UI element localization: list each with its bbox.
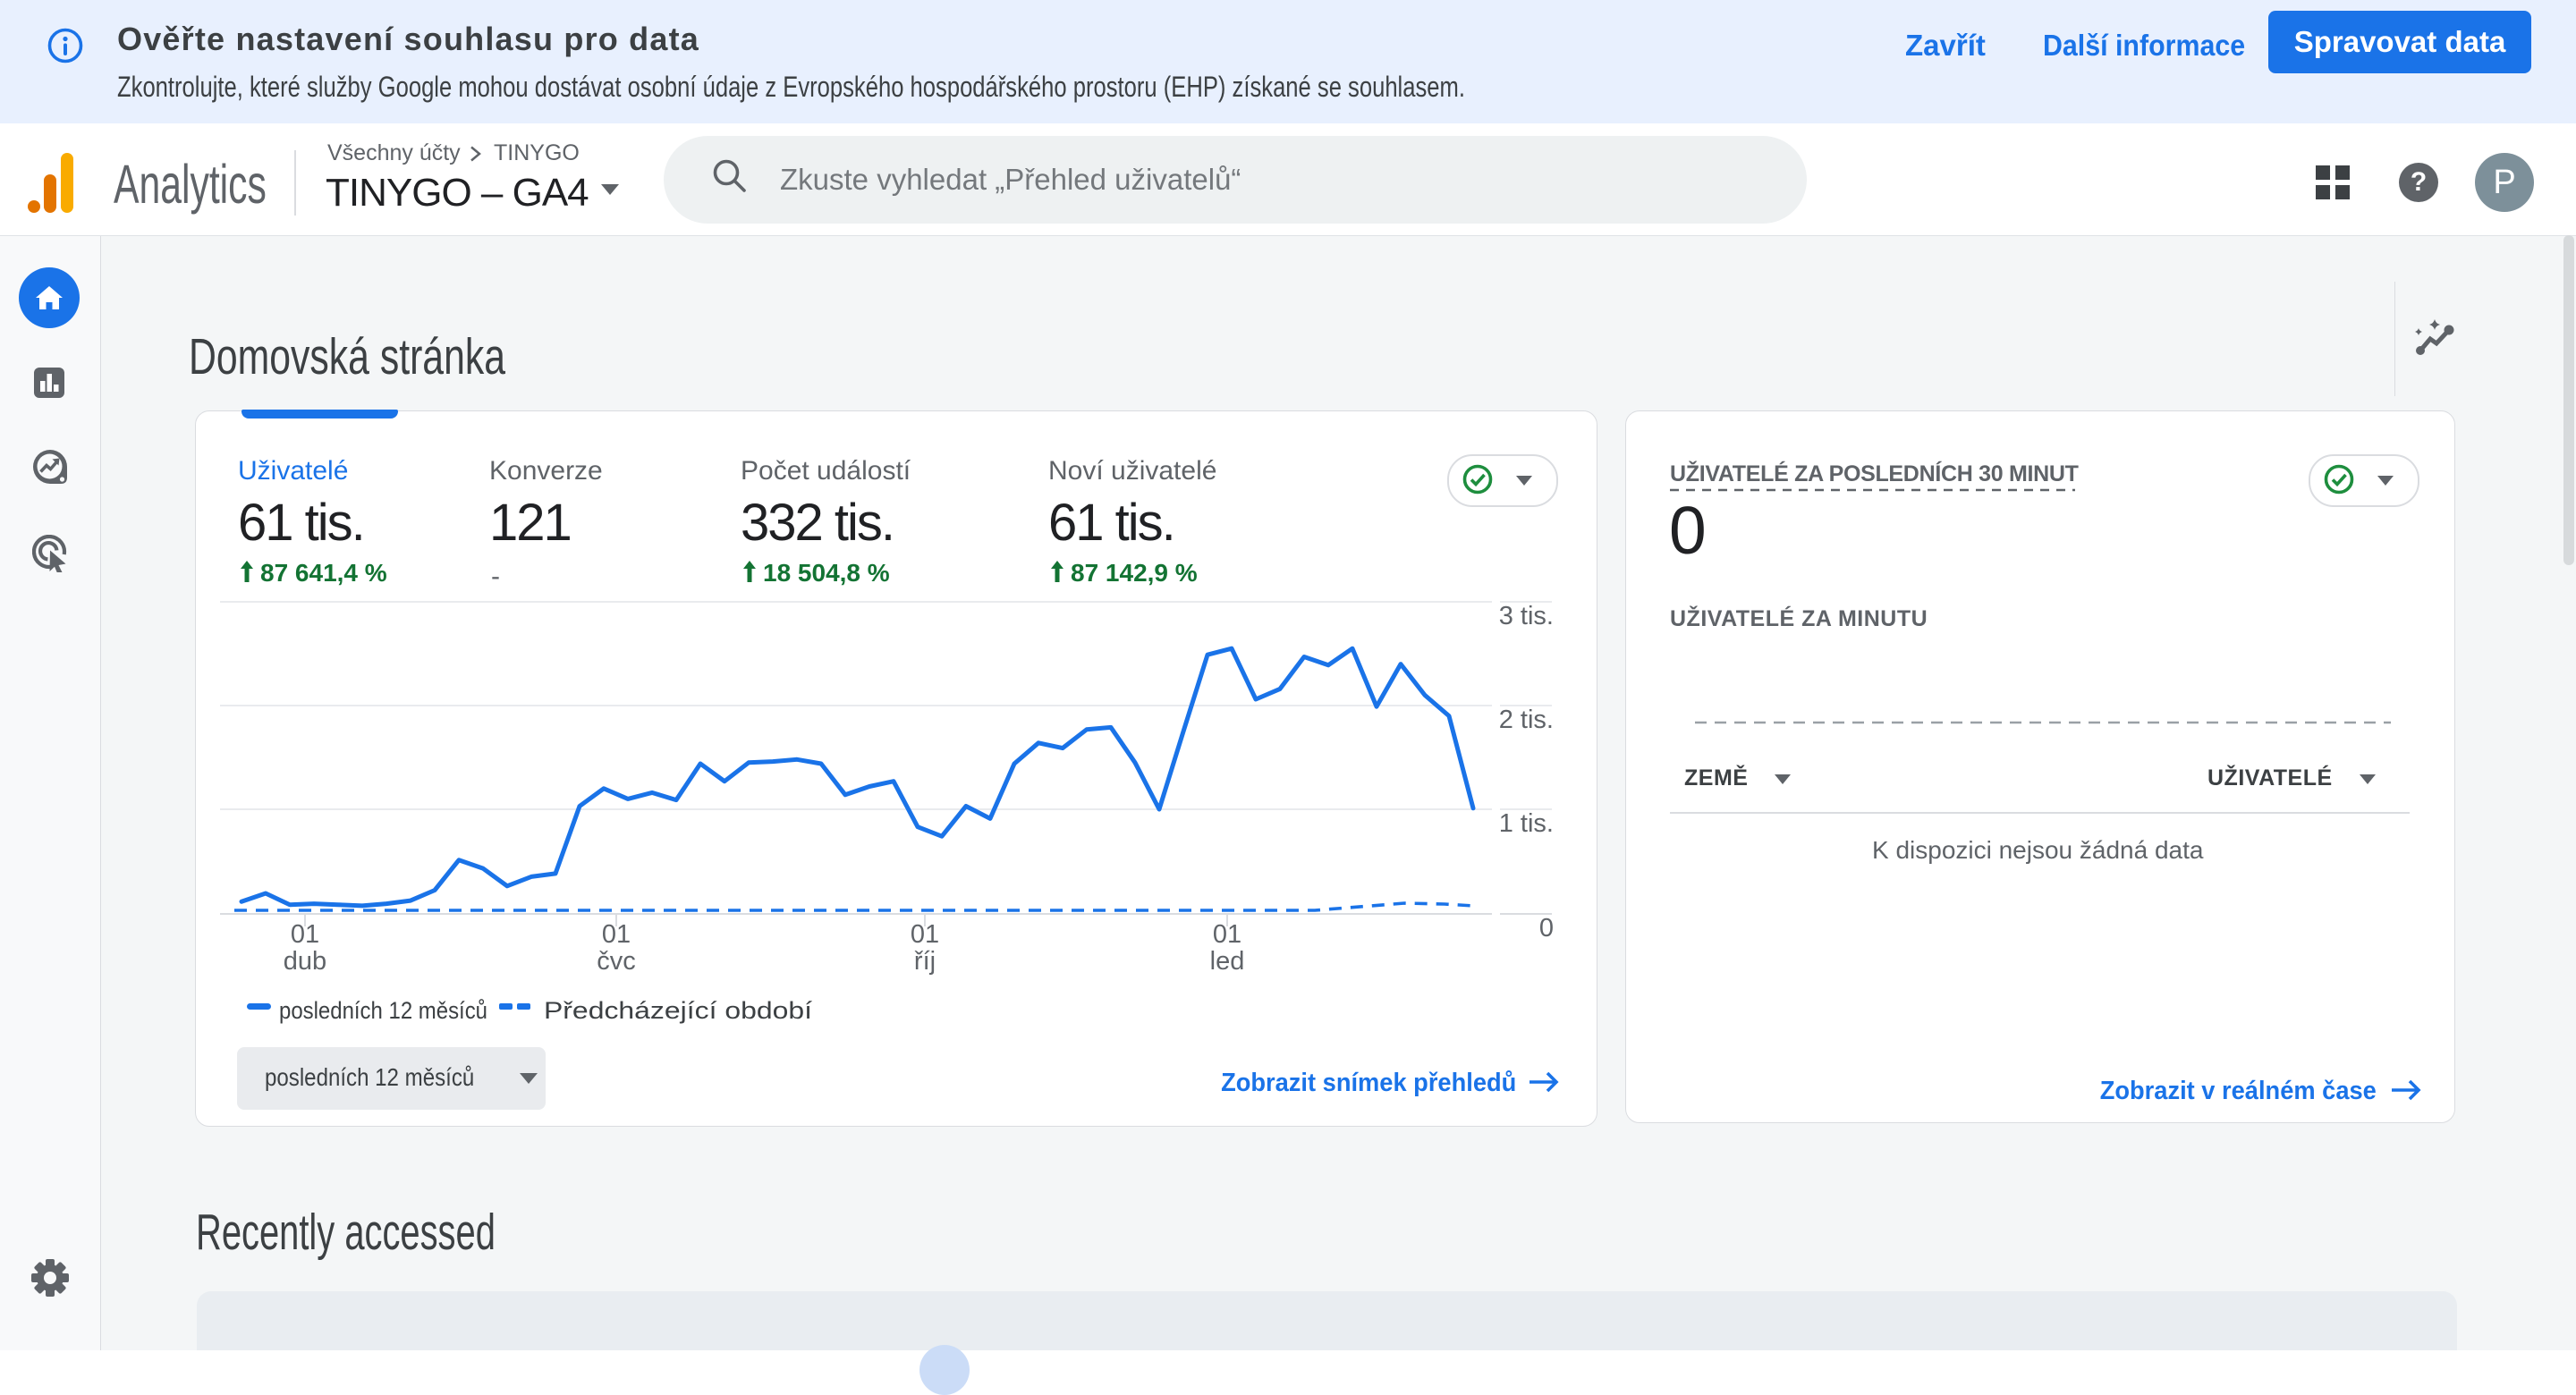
- svg-text:0: 0: [1539, 914, 1554, 943]
- svg-text:Předcházející období: Předcházející období: [544, 997, 813, 1024]
- svg-text:led: led: [1210, 947, 1245, 976]
- svg-text:dub: dub: [284, 947, 326, 976]
- svg-text:01: 01: [911, 920, 939, 949]
- svg-text:říj: říj: [914, 947, 936, 976]
- svg-text:01: 01: [1213, 920, 1241, 949]
- svg-text:2 tis.: 2 tis.: [1499, 706, 1554, 734]
- svg-text:čvc: čvc: [597, 947, 636, 976]
- svg-text:3 tis.: 3 tis.: [1499, 602, 1554, 630]
- svg-text:01: 01: [602, 920, 631, 949]
- svg-text:01: 01: [291, 920, 319, 949]
- svg-text:1 tis.: 1 tis.: [1499, 809, 1554, 838]
- svg-text:posledních 12 měsíců: posledních 12 měsíců: [279, 997, 487, 1024]
